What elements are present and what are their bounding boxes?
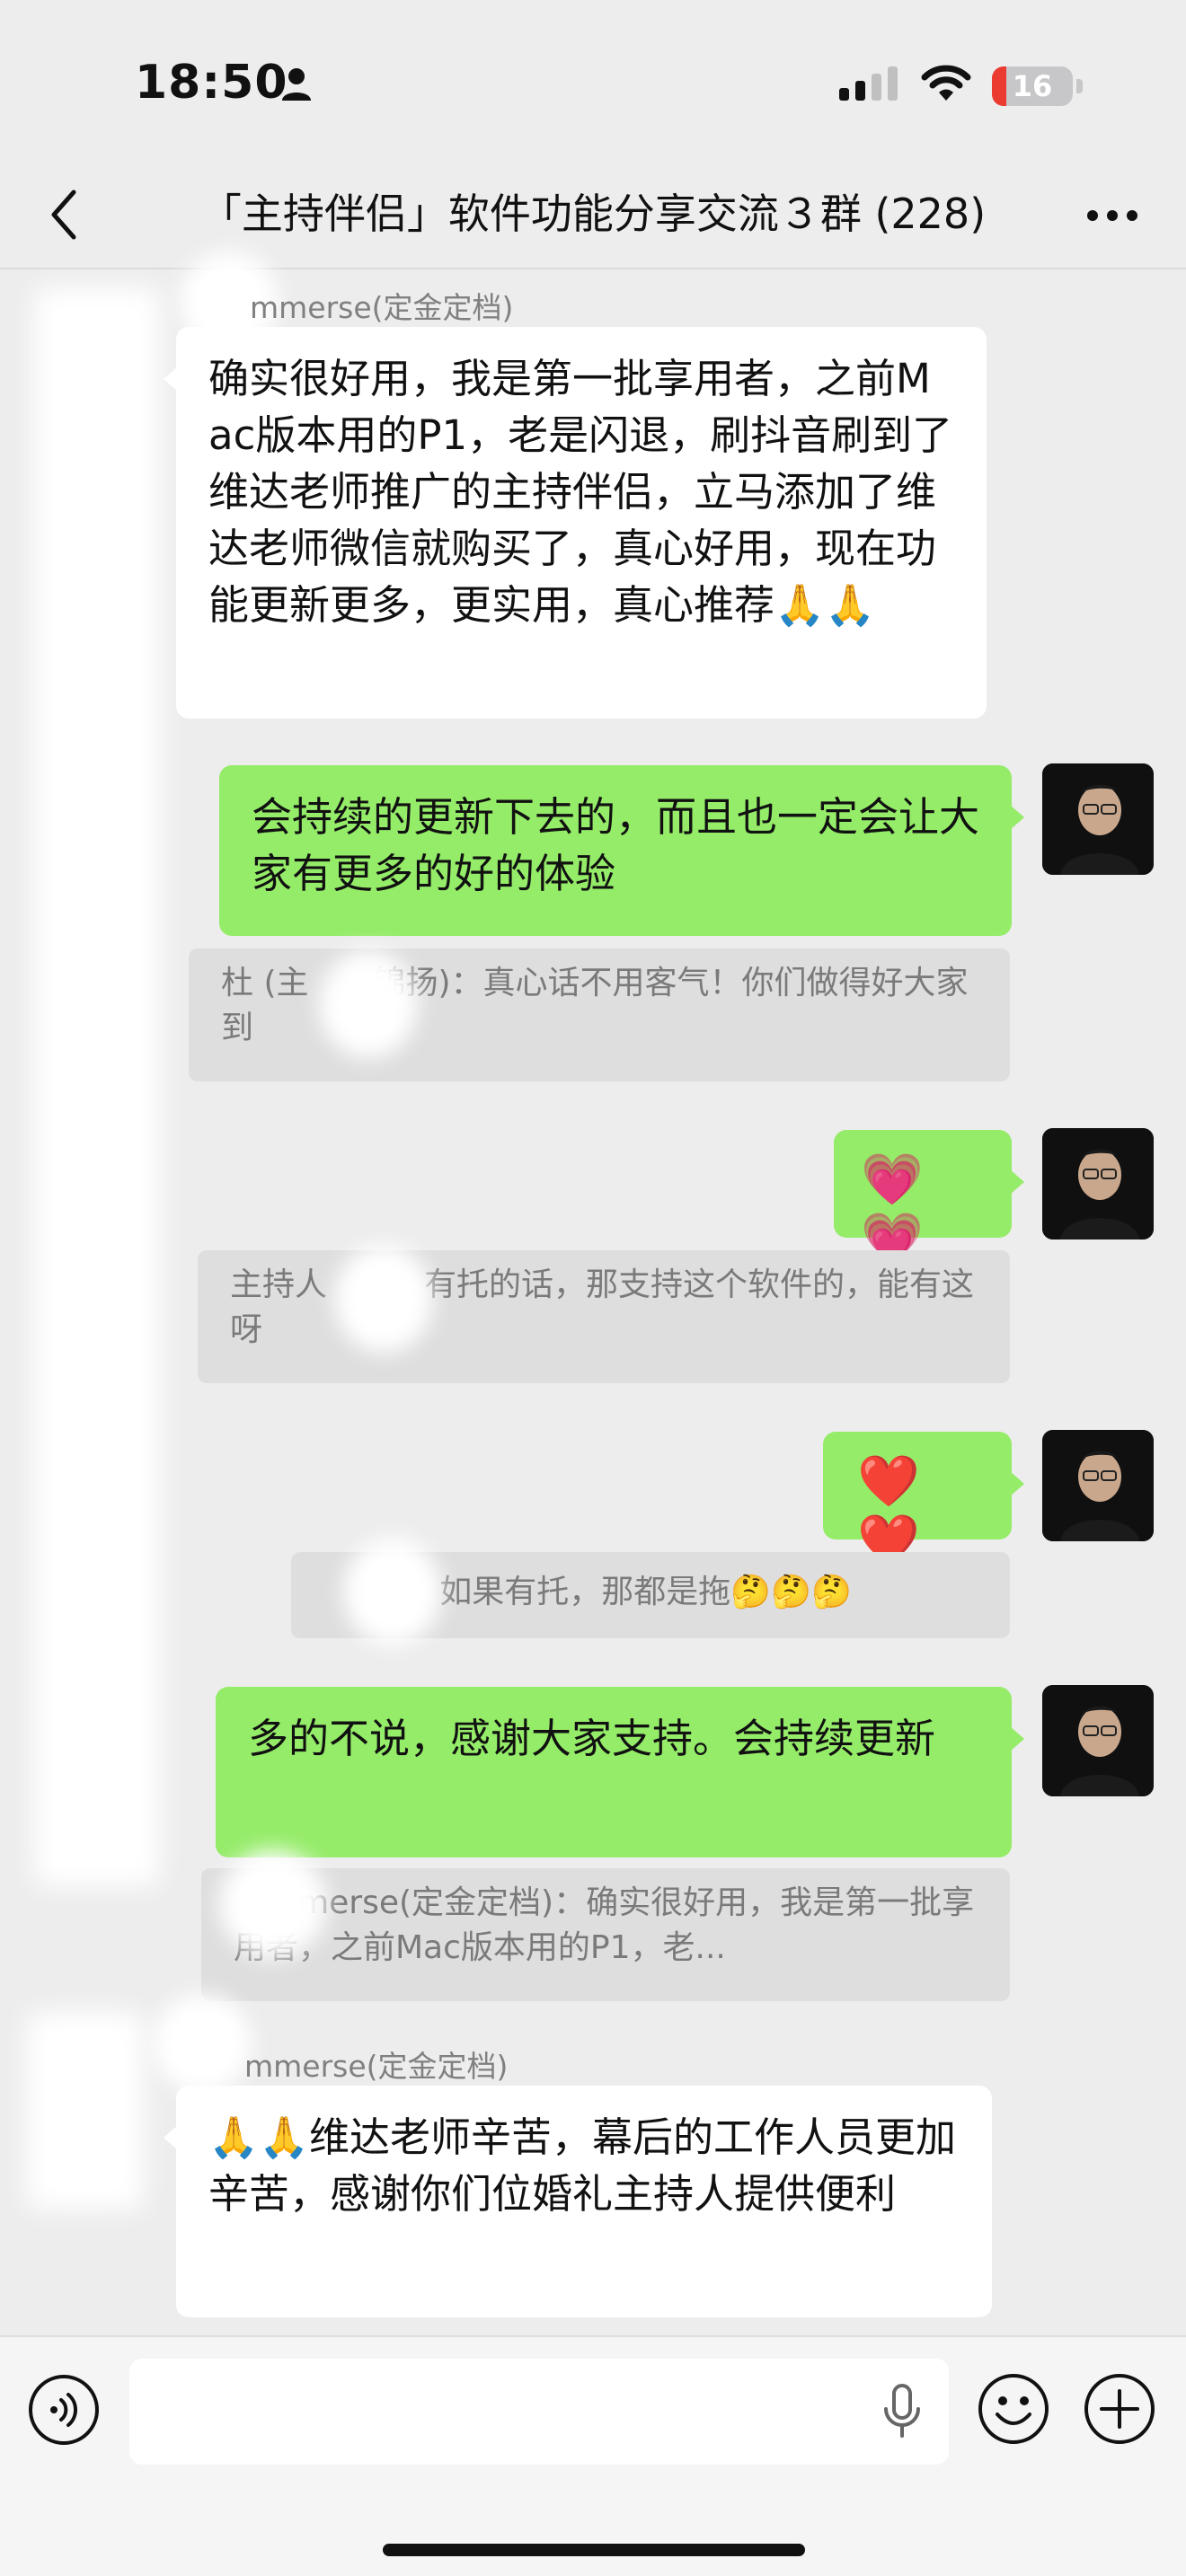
more-dots-icon[interactable] xyxy=(1078,189,1150,243)
other-avatar-obscured[interactable] xyxy=(34,287,160,1886)
my-avatar[interactable] xyxy=(1042,1685,1154,1796)
message-text: 多的不说，感谢大家支持。会持续更新 xyxy=(248,1715,936,1762)
my-avatar[interactable] xyxy=(1042,763,1154,875)
privacy-blur xyxy=(334,1245,433,1353)
quoted-message[interactable]: 主持人 ：有托的话，那支持这个软件的，能有这 呀 xyxy=(198,1250,1010,1383)
my-avatar[interactable] xyxy=(1042,1430,1154,1541)
privacy-blur xyxy=(319,950,418,1058)
privacy-blur xyxy=(343,1538,442,1645)
chat-header: 「主持伴侣」软件功能分享交流３群 (228) xyxy=(0,162,1186,269)
avatar-portrait xyxy=(1042,1430,1154,1541)
avatar-portrait xyxy=(1042,1685,1154,1796)
battery-icon: 16 xyxy=(992,66,1073,106)
privacy-blur xyxy=(153,1994,252,2093)
back-chevron-icon[interactable] xyxy=(36,183,99,246)
my-message-bubble[interactable]: 会持续的更新下去的，而且也一定会让大家有更多的好的体验 xyxy=(219,765,1024,936)
emoji-icon[interactable] xyxy=(976,2371,1051,2447)
input-bar xyxy=(0,2335,1186,2576)
mic-icon[interactable] xyxy=(882,2384,922,2439)
person-icon xyxy=(282,68,311,101)
chat-title: 「主持伴侣」软件功能分享交流３群 (228) xyxy=(199,190,987,238)
signal-icon xyxy=(839,66,898,101)
status-time: 18:50 xyxy=(135,56,288,110)
avatar-portrait xyxy=(1042,1128,1154,1239)
plus-icon[interactable] xyxy=(1082,2371,1157,2447)
message-input[interactable] xyxy=(129,2359,949,2465)
my-message-bubble[interactable]: 多的不说，感谢大家支持。会持续更新 xyxy=(216,1687,1024,1857)
battery-cap xyxy=(1076,79,1083,93)
message-text: 确实很好用，我是第一批享用者，之前Mac版本用的P1，老是闪退，刷抖音刷到了维达… xyxy=(208,355,953,629)
sender-name: mmerse(定金定档) xyxy=(250,290,514,325)
my-avatar[interactable] xyxy=(1042,1128,1154,1239)
my-message-bubble[interactable]: 💗💗 xyxy=(834,1130,1024,1268)
message-bubble[interactable]: 🙏🙏维达老师辛苦，幕后的工作人员更加辛苦，感谢你们位婚礼主持人提供便利 xyxy=(164,2086,992,2317)
privacy-blur xyxy=(219,1850,327,1958)
battery-level: 16 xyxy=(1012,69,1053,103)
voice-icon[interactable] xyxy=(27,2373,101,2447)
wifi-icon xyxy=(921,65,971,101)
message-bubble[interactable]: 确实很好用，我是第一批享用者，之前Mac版本用的P1，老是闪退，刷抖音刷到了维达… xyxy=(164,327,987,719)
sender-name: mmerse(定金定档) xyxy=(244,2049,509,2084)
quoted-message[interactable]: 杜 (主 锦扬)：真心话不用客气！你们做得好大家 到 xyxy=(189,948,1010,1081)
other-avatar-obscured-2[interactable] xyxy=(27,2012,144,2210)
message-text: 🙏🙏维达老师辛苦，幕后的工作人员更加辛苦，感谢你们位婚礼主持人提供便利 xyxy=(208,2113,957,2218)
status-bar: 18:50 16 xyxy=(0,0,1186,162)
quote-text: mmerse(定金定档)：确实很好用，我是第一批享用者，之前Mac版本用的P1，… xyxy=(234,1884,975,1966)
message-text: 会持续的更新下去的，而且也一定会让大家有更多的好的体验 xyxy=(252,793,980,897)
home-indicator[interactable] xyxy=(383,2544,805,2556)
avatar-portrait xyxy=(1042,763,1154,875)
my-message-bubble[interactable]: ❤️❤️ xyxy=(823,1432,1024,1570)
